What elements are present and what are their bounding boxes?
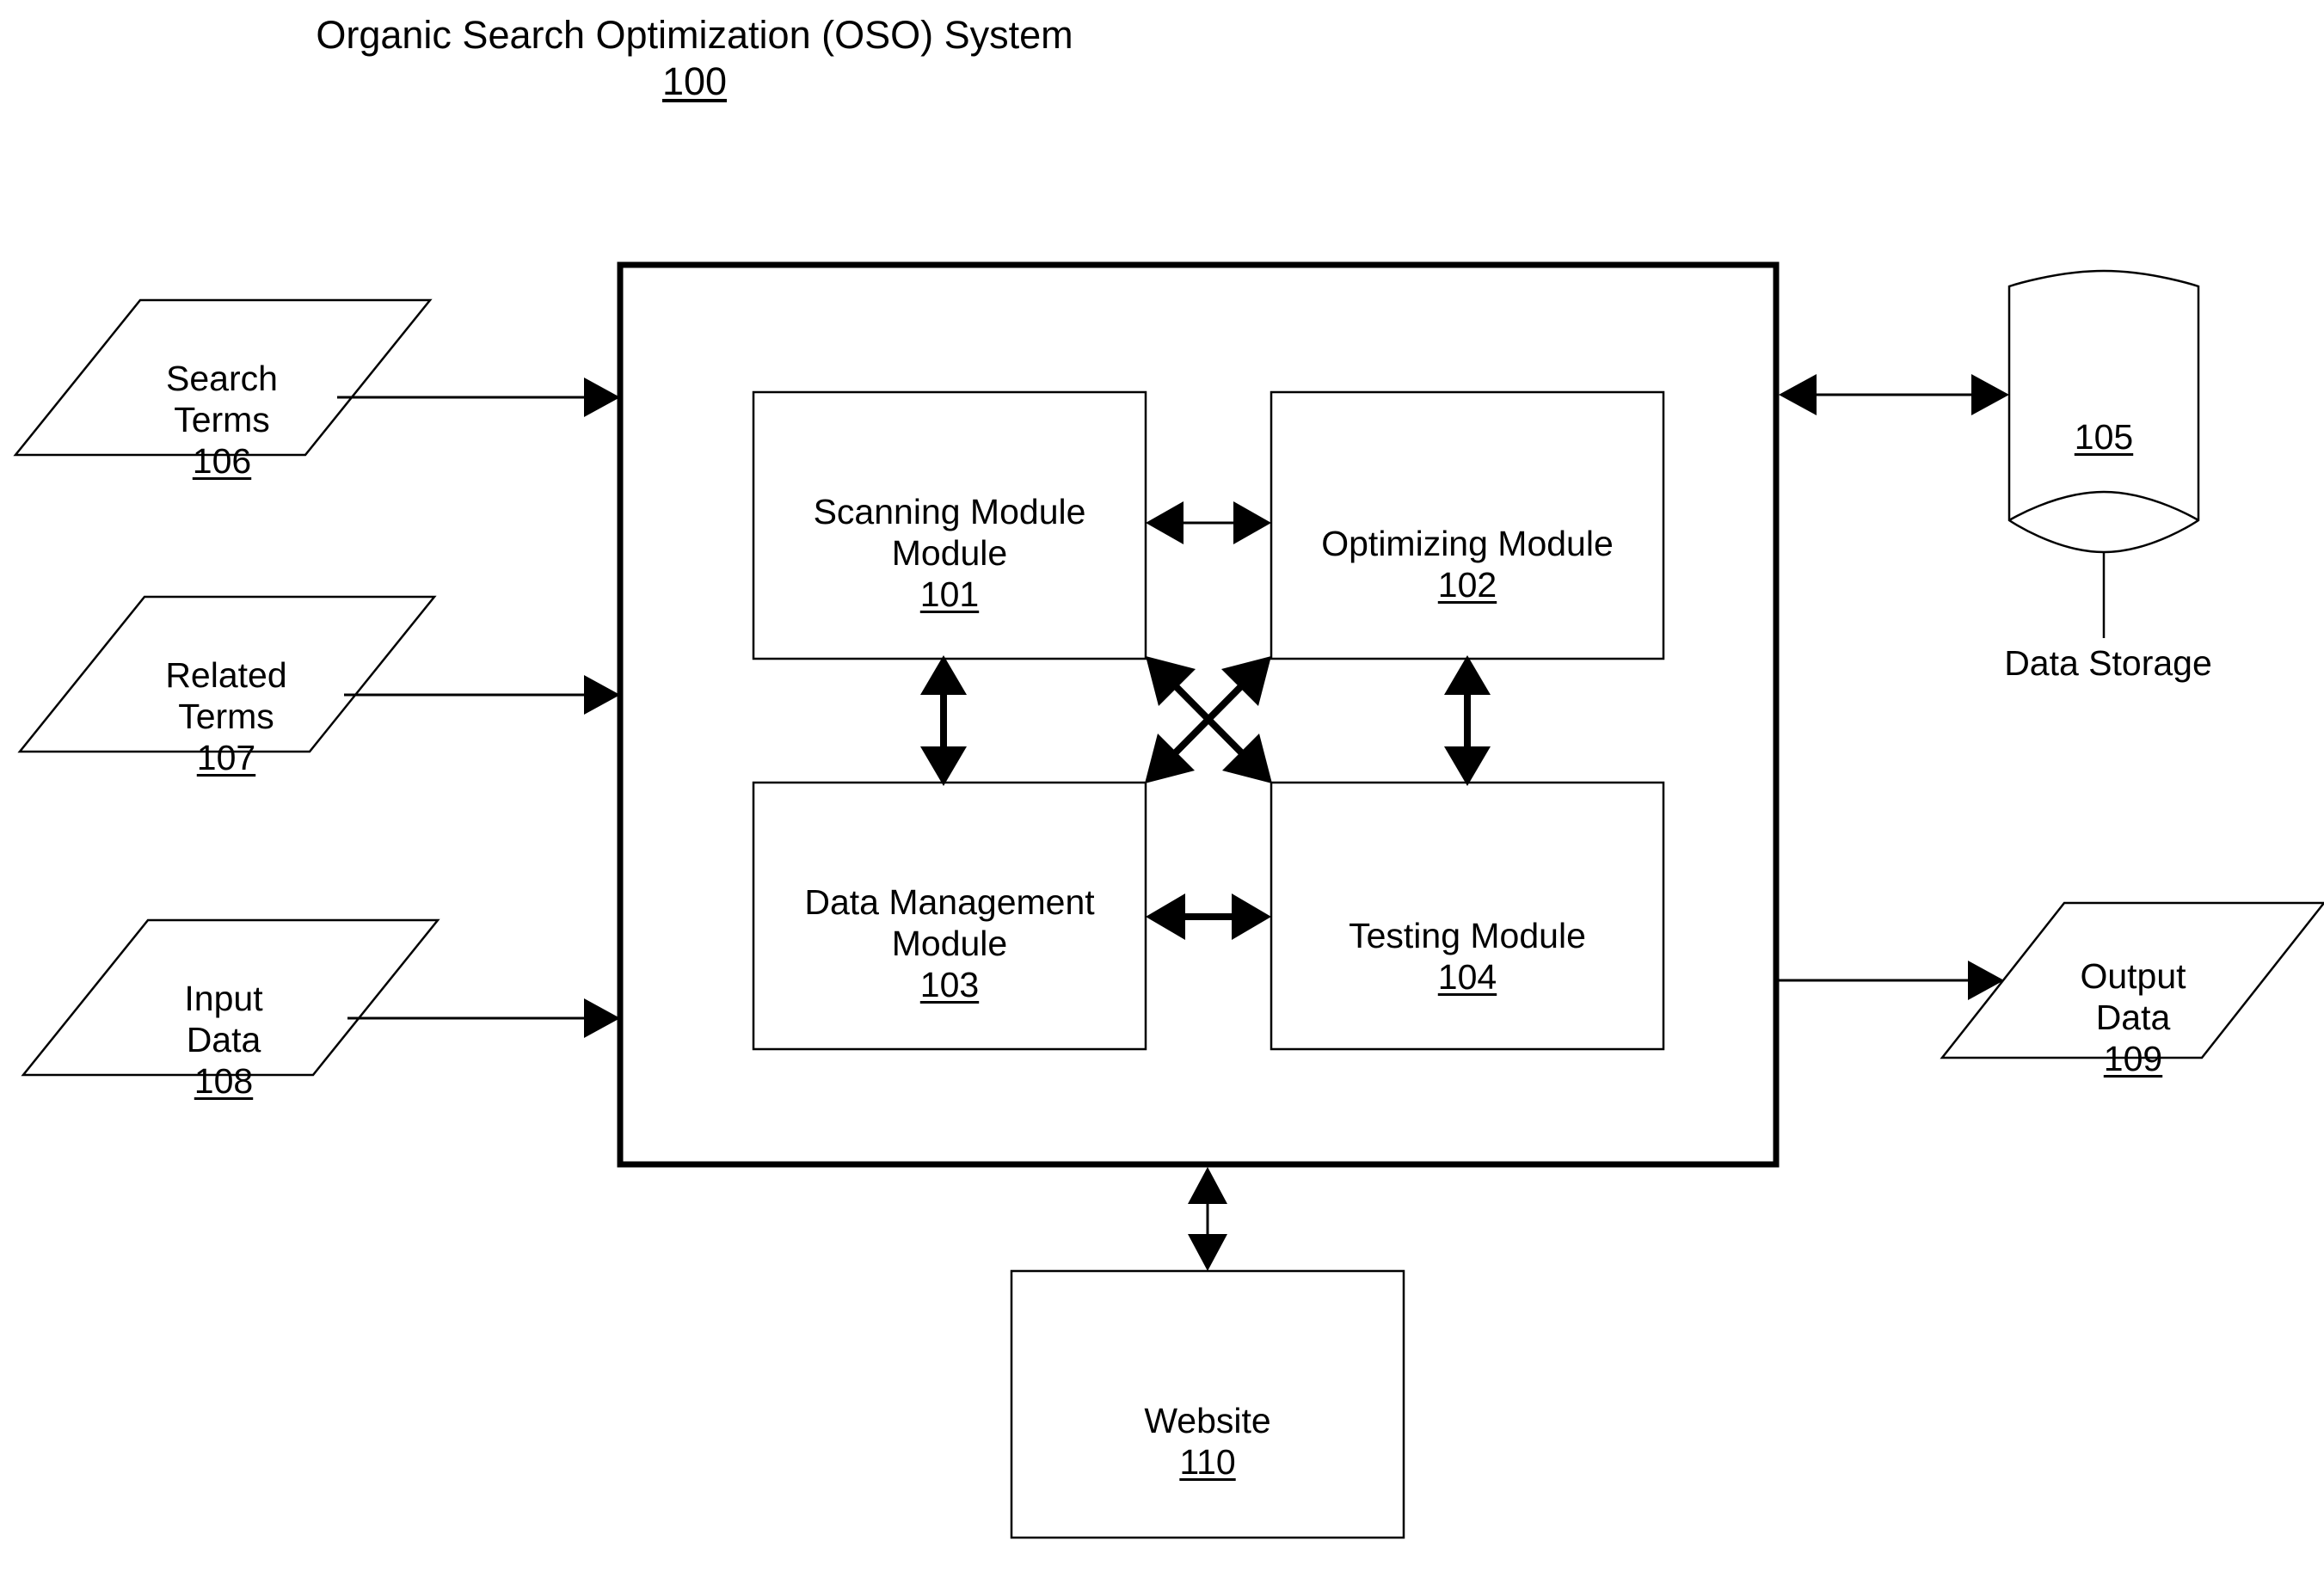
connector-scanning-to-data-management xyxy=(920,655,967,786)
data-storage-cylinder-base-ellipse xyxy=(2008,490,2199,522)
website-box[interactable] xyxy=(1010,1269,1405,1539)
search-terms-shape[interactable] xyxy=(13,298,433,457)
page-title-ref: 100 xyxy=(661,59,728,103)
scanning-module-box[interactable] xyxy=(752,390,1147,660)
page-title: Organic Search Optimization (OSO) System… xyxy=(0,12,1389,105)
connector-optimizing-to-testing xyxy=(1444,655,1491,786)
connector-search-terms-to-system xyxy=(337,378,620,417)
data-management-module-box[interactable] xyxy=(752,781,1147,1051)
related-terms-shape[interactable] xyxy=(17,595,437,753)
system-boundary-box xyxy=(617,261,1780,1168)
connector-related-terms-to-system xyxy=(344,675,620,715)
connector-input-data-to-system xyxy=(347,998,620,1038)
connector-scanning-to-optimizing xyxy=(1146,501,1271,544)
diagram-vector-layer xyxy=(13,261,2324,1539)
page-title-text: Organic Search Optimization (OSO) System xyxy=(316,13,1073,57)
optimizing-module-box[interactable] xyxy=(1270,390,1665,660)
data-storage-cylinder-body[interactable] xyxy=(2007,269,2200,554)
connector-data-management-to-testing xyxy=(1146,893,1271,940)
input-data-shape[interactable] xyxy=(21,918,440,1077)
diagram-canvas-root: Organic Search Optimization (OSO) System… xyxy=(0,0,2324,1572)
connector-system-to-data-storage xyxy=(1779,374,2009,415)
connector-system-to-output-data xyxy=(1779,961,2004,1000)
testing-module-box[interactable] xyxy=(1270,781,1665,1051)
connector-system-to-website xyxy=(1188,1167,1227,1271)
data-storage-caption: Data Storage xyxy=(2004,643,2212,683)
